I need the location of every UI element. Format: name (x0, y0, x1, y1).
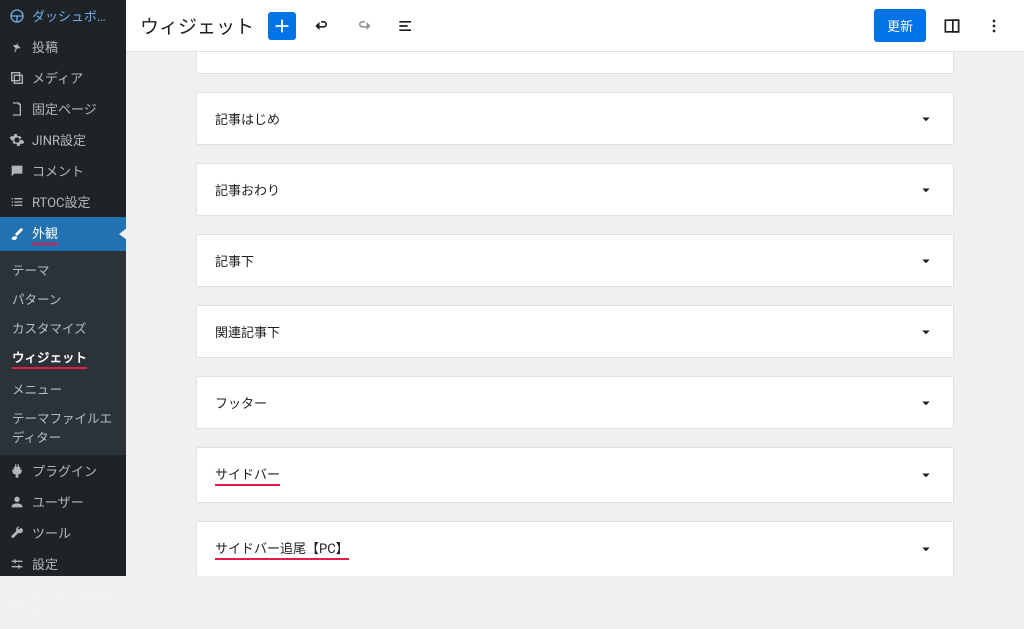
widget-area[interactable]: フッター (196, 376, 954, 429)
subnav-themes[interactable]: テーマ (0, 255, 126, 284)
sidebar-item-jinr[interactable]: JINR設定 (0, 124, 126, 155)
plugin-icon (8, 462, 26, 480)
widget-area-label: 記事はじめ (215, 109, 917, 128)
appearance-submenu: テーマ パターン カスタマイズ ウィジェット メニュー テーマファイルエディター (0, 251, 126, 455)
list-view-button[interactable] (390, 10, 422, 42)
admin-sidebar: ダッシュボード 投稿 メディア 固定ページ JINR設定 コメント RTOC設定 (0, 0, 126, 576)
sidebar-item-label: 固定ページ (32, 99, 97, 118)
sidebar-item-label: プラグイン (32, 461, 97, 480)
collapse-label: メニューを閉じる (30, 587, 118, 621)
sidebar-item-label: ダッシュボード (32, 6, 118, 25)
widget-area[interactable]: 関連記事下 (196, 305, 954, 358)
widget-area-label: 関連記事下 (215, 322, 917, 341)
sidebar-item-plugins[interactable]: プラグイン (0, 455, 126, 486)
widget-area-label: 記事下 (215, 251, 917, 270)
collapse-menu[interactable]: メニューを閉じる (0, 579, 126, 629)
list-icon (8, 193, 26, 211)
editor-topbar: ウィジェット 更新 (126, 0, 1024, 52)
sidebar-item-label: RTOC設定 (32, 192, 91, 211)
sidebar-item-pages[interactable]: 固定ページ (0, 93, 126, 124)
widget-area-label: サイドバー (215, 464, 917, 486)
page-title: ウィジェット (140, 12, 254, 39)
sidebar-item-dashboard[interactable]: ダッシュボード (0, 0, 126, 31)
sidebar-item-users[interactable]: ユーザー (0, 486, 126, 517)
subnav-theme-editor[interactable]: テーマファイルエディター (0, 403, 126, 451)
chevron-down-icon (917, 252, 935, 270)
main-area: ウィジェット 更新 記事はじめ 記事おわり 記事下 (126, 0, 1024, 576)
widget-area[interactable]: 記事はじめ (196, 92, 954, 145)
redo-button[interactable] (348, 10, 380, 42)
chevron-down-icon (917, 181, 935, 199)
add-block-button[interactable] (268, 12, 296, 40)
widget-area-label: サイドバー追尾【PC】 (215, 538, 917, 560)
sidebar-item-label: 外観 (32, 223, 58, 245)
widget-area[interactable]: 記事下 (196, 234, 954, 287)
sidebar-item-posts[interactable]: 投稿 (0, 31, 126, 62)
subnav-widgets[interactable]: ウィジェット (0, 342, 126, 374)
subnav-patterns[interactable]: パターン (0, 284, 126, 313)
settings-icon (8, 555, 26, 573)
sidebar-item-rtoc[interactable]: RTOC設定 (0, 186, 126, 217)
pin-icon (8, 38, 26, 56)
sidebar-item-label: ユーザー (32, 492, 84, 511)
sidebar-item-appearance[interactable]: 外観 (0, 217, 126, 251)
brush-icon (8, 225, 26, 243)
more-options-button[interactable] (978, 10, 1010, 42)
widget-area[interactable]: サイドバー追尾【PC】 (196, 521, 954, 576)
chevron-down-icon (917, 323, 935, 341)
widget-area[interactable]: サイドバー (196, 447, 954, 503)
dashboard-icon (8, 7, 26, 25)
sidebar-item-settings[interactable]: 設定 (0, 548, 126, 579)
widget-areas-content: 記事はじめ 記事おわり 記事下 関連記事下 フッター サイドバー (126, 52, 1024, 576)
chevron-down-icon (917, 466, 935, 484)
gear-icon (8, 131, 26, 149)
sidebar-item-label: ツール (32, 523, 71, 542)
sidebar-item-tools[interactable]: ツール (0, 517, 126, 548)
update-button[interactable]: 更新 (874, 9, 926, 42)
comment-icon (8, 162, 26, 180)
chevron-down-icon (917, 110, 935, 128)
tools-icon (8, 524, 26, 542)
sidebar-item-media[interactable]: メディア (0, 62, 126, 93)
collapse-icon (8, 595, 24, 613)
subnav-customize[interactable]: カスタマイズ (0, 313, 126, 342)
widget-area[interactable] (196, 52, 954, 74)
sidebar-item-label: 設定 (32, 554, 58, 573)
chevron-down-icon (917, 394, 935, 412)
sidebar-item-label: メディア (32, 68, 83, 87)
subnav-menus[interactable]: メニュー (0, 374, 126, 403)
media-icon (8, 69, 26, 87)
sidebar-toggle-button[interactable] (936, 10, 968, 42)
sidebar-item-label: コメント (32, 161, 84, 180)
undo-button[interactable] (306, 10, 338, 42)
widget-area-label: フッター (215, 393, 917, 412)
sidebar-item-label: 投稿 (32, 37, 58, 56)
sidebar-item-label: JINR設定 (32, 130, 86, 149)
user-icon (8, 493, 26, 511)
sidebar-item-comments[interactable]: コメント (0, 155, 126, 186)
widget-area[interactable]: 記事おわり (196, 163, 954, 216)
chevron-down-icon (917, 540, 935, 558)
widget-area-label: 記事おわり (215, 180, 917, 199)
page-icon (8, 100, 26, 118)
